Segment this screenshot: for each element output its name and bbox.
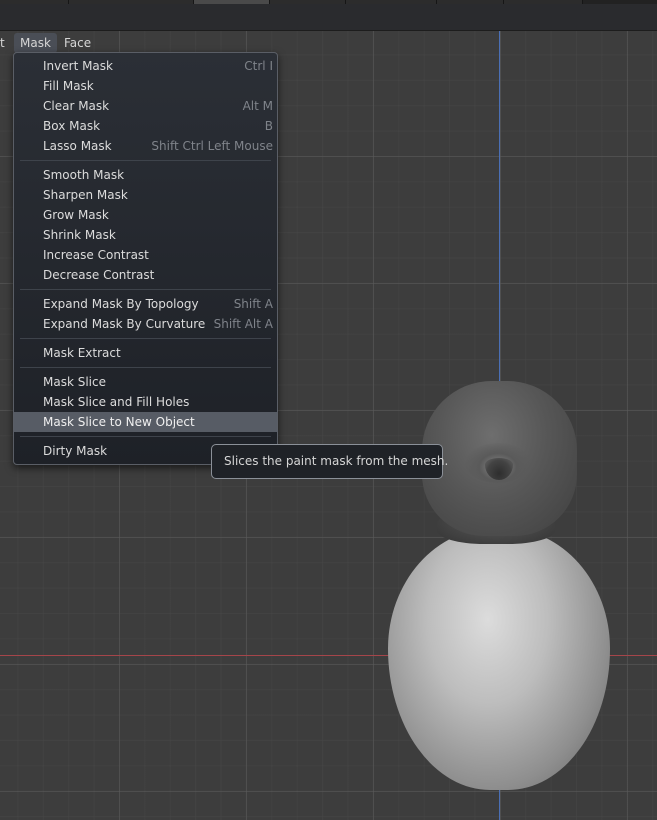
menu-item-label: Invert Mask <box>43 59 113 73</box>
menu-item-shortcut: Shift Alt A <box>213 317 273 331</box>
menu-item-shrink-mask[interactable]: Shrink Mask <box>14 225 277 245</box>
menu-item-shortcut: Shift A <box>233 297 273 311</box>
menu-item-shortcut: Alt M <box>242 99 273 113</box>
menu-separator <box>20 289 271 290</box>
menu-item-label: Smooth Mask <box>43 168 125 182</box>
menu-item-label: Box Mask <box>43 119 101 133</box>
menu-item-label: Grow Mask <box>43 208 109 222</box>
menu-item-label: Increase Contrast <box>43 248 149 262</box>
menu-item-fill-mask[interactable]: Fill Mask <box>14 76 277 96</box>
menu-item-label: Fill Mask <box>43 79 94 93</box>
menu-item-label: Lasso Mask <box>43 139 112 153</box>
menu-item-mask-slice[interactable]: Mask Slice <box>14 372 277 392</box>
menu-item-label: Mask Slice to New Object <box>43 415 195 429</box>
mesh-body <box>388 528 610 790</box>
menu-item-label: Decrease Contrast <box>43 268 155 282</box>
menu-separator <box>20 160 271 161</box>
menu-item-grow-mask[interactable]: Grow Mask <box>14 205 277 225</box>
menu-item-clear-mask[interactable]: Clear Mask Alt M <box>14 96 277 116</box>
menu-item-lasso-mask[interactable]: Lasso Mask Shift Ctrl Left Mouse <box>14 136 277 156</box>
menu-item-increase-contrast[interactable]: Increase Contrast <box>14 245 277 265</box>
menu-item-label: Expand Mask By Topology <box>43 297 199 311</box>
menu-item-label: Mask Slice and Fill Holes <box>43 395 190 409</box>
sculpt-mesh[interactable] <box>385 378 615 798</box>
menu-item-shortcut: B <box>264 119 273 133</box>
menu-item-expand-mask-by-topology[interactable]: Expand Mask By Topology Shift A <box>14 294 277 314</box>
menu-item-label: Expand Mask By Curvature <box>43 317 206 331</box>
menu-item-sharpen-mask[interactable]: Sharpen Mask <box>14 185 277 205</box>
menu-item-shortcut: Ctrl I <box>244 59 273 73</box>
tooltip: Slices the paint mask from the mesh. <box>211 444 448 479</box>
menu-item-label: Shrink Mask <box>43 228 116 242</box>
menu-item-box-mask[interactable]: Box Mask B <box>14 116 277 136</box>
menu-item-label: Mask Slice <box>43 375 106 389</box>
menu-mask[interactable]: Mask <box>14 33 57 53</box>
menu-item-mask-slice-and-fill-holes[interactable]: Mask Slice and Fill Holes <box>14 392 277 412</box>
menu-separator <box>20 367 271 368</box>
menu-separator <box>20 338 271 339</box>
mask-dropdown-menu: Invert Mask Ctrl I Fill Mask Clear Mask Alt … <box>13 52 278 465</box>
menu-item-smooth-mask[interactable]: Smooth Mask <box>14 165 277 185</box>
menu-item-label: Mask Extract <box>43 346 121 360</box>
header-toolbar <box>0 4 657 31</box>
menu-item-mask-slice-to-new-object[interactable]: Mask Slice to New Object <box>14 412 277 432</box>
menu-face-sets[interactable]: Face Sets <box>58 33 97 70</box>
menu-separator <box>20 436 271 437</box>
menu-item-expand-mask-by-curvature[interactable]: Expand Mask By Curvature Shift Alt A <box>14 314 277 334</box>
menu-item-invert-mask[interactable]: Invert Mask Ctrl I <box>14 56 277 76</box>
menu-item-label: Sharpen Mask <box>43 188 128 202</box>
menu-item-label: Clear Mask <box>43 99 110 113</box>
menu-item-label: Dirty Mask <box>43 444 108 458</box>
menu-item-mask-extract[interactable]: Mask Extract <box>14 343 277 363</box>
menu-item-shortcut: Shift Ctrl Left Mouse <box>151 139 273 153</box>
menu-partial-item[interactable]: t <box>0 33 11 53</box>
menu-item-decrease-contrast[interactable]: Decrease Contrast <box>14 265 277 285</box>
